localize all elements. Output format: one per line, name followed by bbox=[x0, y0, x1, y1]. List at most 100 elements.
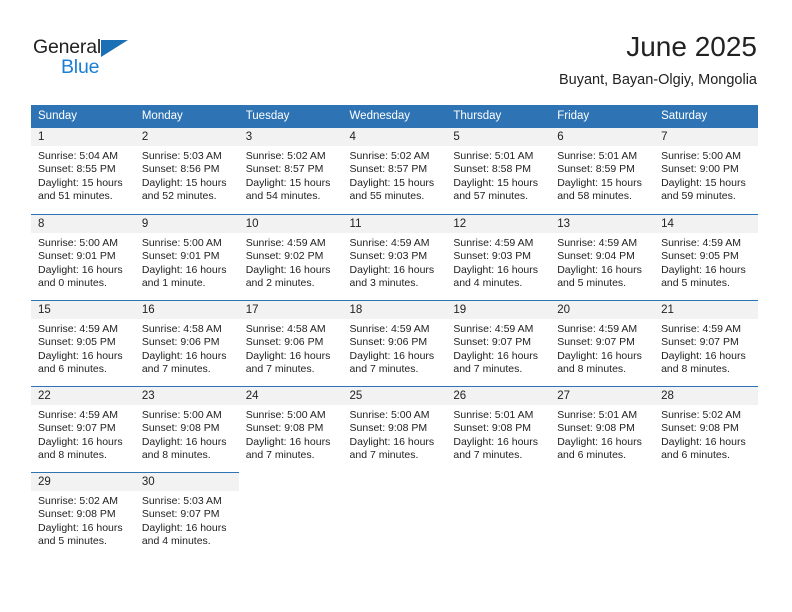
day-cell[interactable]: 22 Sunrise: 4:59 AM Sunset: 9:07 PM Dayl… bbox=[31, 386, 135, 472]
day-cell[interactable]: 13 Sunrise: 4:59 AM Sunset: 9:04 PM Dayl… bbox=[550, 214, 655, 300]
day-number: 27 bbox=[550, 387, 655, 405]
page-title: June 2025 bbox=[626, 31, 757, 62]
daylight-text-line2: and 7 minutes. bbox=[453, 363, 523, 376]
sunrise-text: Sunrise: 4:59 AM bbox=[661, 237, 742, 249]
day-cell[interactable]: 16 Sunrise: 4:58 AM Sunset: 9:06 PM Dayl… bbox=[134, 300, 239, 386]
day-number: 16 bbox=[134, 301, 239, 319]
weekday-header-monday: Monday bbox=[134, 105, 239, 128]
day-cell[interactable]: 9 Sunrise: 5:00 AM Sunset: 9:01 PM Dayli… bbox=[134, 214, 239, 300]
day-cell[interactable]: 8 Sunrise: 5:00 AM Sunset: 9:01 PM Dayli… bbox=[31, 214, 135, 300]
daylight-text-line2: and 7 minutes. bbox=[245, 449, 315, 462]
sunset-text: Sunset: 9:08 PM bbox=[349, 422, 428, 435]
day-cell[interactable]: 11 Sunrise: 4:59 AM Sunset: 9:03 PM Dayl… bbox=[342, 214, 447, 300]
day-cell[interactable]: 3 Sunrise: 5:02 AM Sunset: 8:57 PM Dayli… bbox=[238, 128, 343, 214]
day-cell[interactable]: 10 Sunrise: 4:59 AM Sunset: 9:02 PM Dayl… bbox=[238, 214, 343, 300]
daylight-text-line1: Daylight: 16 hours bbox=[38, 435, 123, 448]
daylight-text-line1: Daylight: 16 hours bbox=[453, 263, 539, 276]
calendar-week-row: 15 Sunrise: 4:59 AM Sunset: 9:05 PM Dayl… bbox=[31, 300, 758, 386]
day-cell[interactable]: 2 Sunrise: 5:03 AM Sunset: 8:56 PM Dayli… bbox=[134, 128, 239, 214]
sunrise-text: Sunrise: 5:02 AM bbox=[38, 495, 118, 507]
day-info: Sunrise: 5:01 AM Sunset: 8:58 PM Dayligh… bbox=[446, 146, 550, 204]
day-cell[interactable]: 7 Sunrise: 5:00 AM Sunset: 9:00 PM Dayli… bbox=[654, 128, 758, 214]
sunrise-text: Sunrise: 5:00 AM bbox=[141, 409, 222, 421]
day-cell[interactable]: 15 Sunrise: 4:59 AM Sunset: 9:05 PM Dayl… bbox=[31, 300, 135, 386]
day-info: Sunrise: 4:59 AM Sunset: 9:04 PM Dayligh… bbox=[550, 233, 654, 291]
daylight-text-line2: and 3 minutes. bbox=[349, 277, 419, 290]
sunset-text: Sunset: 9:07 PM bbox=[141, 508, 220, 521]
day-cell[interactable]: 19 Sunrise: 4:59 AM Sunset: 9:07 PM Dayl… bbox=[446, 300, 551, 386]
daylight-text-line2: and 5 minutes. bbox=[661, 277, 730, 290]
daylight-text-line2: and 58 minutes. bbox=[557, 190, 632, 203]
weekday-header-saturday: Saturday bbox=[654, 105, 758, 128]
daylight-text-line1: Daylight: 15 hours bbox=[245, 176, 331, 189]
weekday-header-wednesday: Wednesday bbox=[342, 105, 447, 128]
daylight-text-line2: and 7 minutes. bbox=[453, 449, 523, 462]
day-cell[interactable]: 25 Sunrise: 5:00 AM Sunset: 9:08 PM Dayl… bbox=[342, 386, 447, 472]
calendar-week-row: 8 Sunrise: 5:00 AM Sunset: 9:01 PM Dayli… bbox=[31, 214, 758, 300]
day-info: Sunrise: 5:00 AM Sunset: 9:01 PM Dayligh… bbox=[135, 233, 239, 291]
general-blue-logo[interactable]: General Blue bbox=[33, 36, 163, 82]
sunrise-text: Sunrise: 4:59 AM bbox=[38, 323, 118, 335]
daylight-text-line1: Daylight: 15 hours bbox=[453, 176, 539, 189]
day-cell[interactable]: 26 Sunrise: 5:01 AM Sunset: 9:08 PM Dayl… bbox=[446, 386, 551, 472]
sunset-text: Sunset: 9:08 PM bbox=[141, 422, 220, 435]
daylight-text-line1: Daylight: 16 hours bbox=[38, 349, 123, 362]
sunrise-text: Sunrise: 4:59 AM bbox=[38, 409, 118, 421]
daylight-text-line2: and 8 minutes. bbox=[557, 363, 627, 376]
day-cell[interactable]: 4 Sunrise: 5:02 AM Sunset: 8:57 PM Dayli… bbox=[342, 128, 447, 214]
daylight-text-line1: Daylight: 16 hours bbox=[453, 435, 539, 448]
day-cell[interactable]: 30 Sunrise: 5:03 AM Sunset: 9:07 PM Dayl… bbox=[134, 472, 239, 558]
day-number: 25 bbox=[342, 387, 447, 405]
day-cell-empty bbox=[654, 472, 758, 558]
sunrise-text: Sunrise: 5:00 AM bbox=[349, 409, 430, 421]
day-cell[interactable]: 5 Sunrise: 5:01 AM Sunset: 8:58 PM Dayli… bbox=[446, 128, 551, 214]
daylight-text-line1: Daylight: 16 hours bbox=[245, 349, 331, 362]
day-number: 17 bbox=[238, 301, 343, 319]
daylight-text-line1: Daylight: 16 hours bbox=[141, 263, 227, 276]
day-number: 2 bbox=[134, 128, 239, 146]
day-number: 24 bbox=[238, 387, 343, 405]
sunset-text: Sunset: 9:03 PM bbox=[349, 250, 428, 263]
day-number: 7 bbox=[654, 128, 758, 146]
day-cell[interactable]: 6 Sunrise: 5:01 AM Sunset: 8:59 PM Dayli… bbox=[550, 128, 655, 214]
day-info: Sunrise: 5:02 AM Sunset: 8:57 PM Dayligh… bbox=[239, 146, 343, 204]
day-cell[interactable]: 21 Sunrise: 4:59 AM Sunset: 9:07 PM Dayl… bbox=[654, 300, 758, 386]
day-info: Sunrise: 5:00 AM Sunset: 9:08 PM Dayligh… bbox=[343, 405, 447, 463]
day-cell[interactable]: 28 Sunrise: 5:02 AM Sunset: 9:08 PM Dayl… bbox=[654, 386, 758, 472]
day-cell[interactable]: 1 Sunrise: 5:04 AM Sunset: 8:55 PM Dayli… bbox=[31, 128, 135, 214]
day-info: Sunrise: 4:59 AM Sunset: 9:07 PM Dayligh… bbox=[31, 405, 135, 463]
sunrise-text: Sunrise: 5:02 AM bbox=[661, 409, 742, 421]
day-cell[interactable]: 23 Sunrise: 5:00 AM Sunset: 9:08 PM Dayl… bbox=[134, 386, 239, 472]
weekday-header-sunday: Sunday bbox=[31, 105, 135, 128]
sunset-text: Sunset: 8:58 PM bbox=[453, 163, 532, 176]
sunrise-text: Sunrise: 4:59 AM bbox=[349, 237, 430, 249]
day-info: Sunrise: 4:59 AM Sunset: 9:07 PM Dayligh… bbox=[550, 319, 654, 377]
day-number: 10 bbox=[238, 215, 343, 233]
daylight-text-line1: Daylight: 16 hours bbox=[349, 435, 435, 448]
day-cell[interactable]: 14 Sunrise: 4:59 AM Sunset: 9:05 PM Dayl… bbox=[654, 214, 758, 300]
day-cell[interactable]: 27 Sunrise: 5:01 AM Sunset: 9:08 PM Dayl… bbox=[550, 386, 655, 472]
day-number: 26 bbox=[446, 387, 551, 405]
day-cell-empty bbox=[343, 472, 447, 558]
day-cell[interactable]: 18 Sunrise: 4:59 AM Sunset: 9:06 PM Dayl… bbox=[342, 300, 447, 386]
day-number: 15 bbox=[31, 301, 135, 319]
day-cell[interactable]: 24 Sunrise: 5:00 AM Sunset: 9:08 PM Dayl… bbox=[238, 386, 343, 472]
daylight-text-line1: Daylight: 16 hours bbox=[661, 435, 746, 448]
sunrise-text: Sunrise: 4:59 AM bbox=[453, 323, 534, 335]
day-info: Sunrise: 4:59 AM Sunset: 9:03 PM Dayligh… bbox=[343, 233, 447, 291]
daylight-text-line2: and 2 minutes. bbox=[245, 277, 315, 290]
day-cell[interactable]: 17 Sunrise: 4:58 AM Sunset: 9:06 PM Dayl… bbox=[238, 300, 343, 386]
sunset-text: Sunset: 9:08 PM bbox=[557, 422, 635, 435]
sunrise-text: Sunrise: 5:02 AM bbox=[349, 150, 430, 162]
day-cell[interactable]: 20 Sunrise: 4:59 AM Sunset: 9:07 PM Dayl… bbox=[550, 300, 655, 386]
day-cell-empty bbox=[550, 472, 654, 558]
daylight-text-line1: Daylight: 16 hours bbox=[245, 263, 331, 276]
day-info: Sunrise: 5:00 AM Sunset: 9:00 PM Dayligh… bbox=[654, 146, 758, 204]
sunset-text: Sunset: 9:06 PM bbox=[245, 336, 324, 349]
daylight-text-line2: and 5 minutes. bbox=[557, 277, 627, 290]
day-info: Sunrise: 5:04 AM Sunset: 8:55 PM Dayligh… bbox=[31, 146, 135, 204]
location-subtitle: Buyant, Bayan-Olgiy, Mongolia bbox=[558, 72, 757, 88]
day-cell[interactable]: 12 Sunrise: 4:59 AM Sunset: 9:03 PM Dayl… bbox=[446, 214, 551, 300]
sunrise-text: Sunrise: 4:59 AM bbox=[661, 323, 742, 335]
day-cell[interactable]: 29 Sunrise: 5:02 AM Sunset: 9:08 PM Dayl… bbox=[31, 472, 135, 558]
